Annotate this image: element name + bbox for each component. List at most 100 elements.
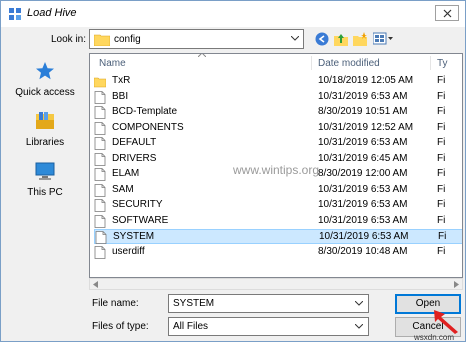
file-row[interactable]: DEFAULT 10/31/2019 6:53 AM Fi [94, 136, 462, 151]
up-folder-icon[interactable] [334, 32, 348, 46]
file-row[interactable]: SYSTEM 10/31/2019 6:53 AM Fi [94, 229, 462, 244]
places-bar: Quick access Libraries This PC [7, 57, 83, 273]
file-date: 10/31/2019 6:53 AM [318, 214, 408, 226]
file-name: SOFTWARE [112, 214, 169, 226]
file-row[interactable]: TxR 10/18/2019 12:05 AM Fi [94, 74, 462, 89]
watermark: www.wintips.org [233, 163, 320, 177]
file-row[interactable]: SAM 10/31/2019 6:53 AM Fi [94, 183, 462, 198]
horizontal-scrollbar[interactable] [89, 278, 463, 290]
file-icon [94, 183, 106, 197]
pointer-arrow-icon [434, 310, 458, 334]
close-icon [443, 9, 452, 18]
list-header: Name Date modified Ty [90, 54, 462, 72]
place-label: Libraries [25, 137, 65, 148]
file-date: 10/31/2019 6:53 AM [318, 199, 408, 210]
look-in-value: config [114, 34, 141, 45]
file-icon [94, 214, 106, 228]
file-type: Fi [437, 106, 446, 117]
file-type: Fi [437, 245, 446, 257]
registry-icon [9, 8, 21, 20]
file-type: Fi [437, 137, 446, 148]
file-name-input[interactable]: SYSTEM [168, 294, 369, 313]
file-row[interactable]: SECURITY 10/31/2019 6:53 AM Fi [94, 198, 462, 213]
file-type: Fi [437, 214, 446, 226]
file-date: 10/31/2019 6:45 AM [318, 152, 408, 164]
scroll-left-icon[interactable] [93, 281, 98, 288]
file-name-label: File name: [92, 298, 139, 309]
file-date: 8/30/2019 12:00 AM [318, 168, 408, 179]
libraries-icon [36, 112, 54, 129]
chevron-down-icon [291, 36, 299, 41]
file-row[interactable]: BBI 10/31/2019 6:53 AM Fi [94, 90, 462, 105]
file-type: Fi [437, 152, 446, 164]
sort-up-icon [198, 54, 206, 57]
file-name: SAM [112, 183, 134, 195]
place-this-pc[interactable]: This PC [7, 161, 83, 207]
file-type: Fi [437, 90, 446, 102]
file-date: 10/31/2019 6:53 AM [318, 90, 408, 102]
file-name: COMPONENTS [112, 121, 184, 133]
computer-icon [35, 162, 55, 180]
look-in-label: Look in: [51, 34, 87, 45]
place-label: Quick access [15, 87, 75, 98]
file-icon [94, 137, 106, 150]
file-row[interactable]: SOFTWARE 10/31/2019 6:53 AM Fi [94, 214, 462, 229]
back-icon[interactable] [315, 32, 329, 46]
close-button[interactable] [435, 5, 459, 21]
file-name-value: SYSTEM [173, 298, 215, 309]
load-hive-dialog: Load Hive Look in: config Quick access L… [0, 0, 466, 342]
file-row[interactable]: userdiff 8/30/2019 10:48 AM Fi [94, 245, 462, 260]
look-in-dropdown[interactable]: config [89, 29, 304, 49]
file-date: 10/31/2019 12:52 AM [318, 121, 414, 133]
file-date: 10/31/2019 6:53 AM [319, 231, 409, 242]
file-date: 8/30/2019 10:48 AM [318, 245, 408, 257]
file-type-value: All Files [173, 321, 209, 332]
folder-icon [94, 34, 110, 46]
file-icon [94, 245, 106, 259]
file-row[interactable]: COMPONENTS 10/31/2019 12:52 AM Fi [94, 121, 462, 136]
file-icon [95, 231, 107, 244]
place-libraries[interactable]: Libraries [7, 111, 83, 157]
new-folder-icon[interactable] [353, 32, 367, 46]
star-icon [36, 62, 54, 80]
file-type: Fi [437, 168, 446, 179]
file-icon [94, 106, 106, 119]
file-icon [94, 168, 106, 181]
folder-icon [94, 77, 106, 88]
file-type-dropdown[interactable]: All Files [168, 317, 369, 336]
file-name: TxR [112, 75, 131, 86]
file-icon [94, 152, 106, 166]
file-name: SYSTEM [113, 231, 155, 242]
column-type[interactable]: Ty [437, 58, 448, 69]
column-name[interactable]: Name [99, 58, 126, 69]
file-icon [94, 121, 106, 135]
brand-watermark: wsxdn.com [414, 333, 455, 342]
column-divider [430, 56, 431, 70]
file-type: Fi [437, 75, 446, 86]
chevron-down-icon[interactable] [355, 324, 363, 329]
window-title: Load Hive [27, 7, 77, 19]
place-quick-access[interactable]: Quick access [7, 61, 83, 107]
file-name: DRIVERS [112, 152, 157, 164]
file-date: 10/31/2019 6:53 AM [318, 137, 408, 148]
file-date: 10/31/2019 6:53 AM [318, 183, 408, 195]
scroll-right-icon[interactable] [454, 281, 459, 288]
view-menu-icon[interactable] [373, 32, 393, 46]
place-label: This PC [27, 187, 63, 198]
title-bar: Load Hive [1, 1, 465, 27]
file-name: BCD-Template [112, 106, 178, 117]
file-type: Fi [437, 183, 446, 195]
file-icon [94, 90, 106, 104]
file-name: userdiff [112, 245, 145, 257]
file-row[interactable]: BCD-Template 8/30/2019 10:51 AM Fi [94, 105, 462, 120]
chevron-down-icon[interactable] [355, 301, 363, 306]
file-name: ELAM [112, 168, 140, 179]
column-divider [311, 56, 312, 70]
file-name: DEFAULT [112, 137, 157, 148]
column-date[interactable]: Date modified [318, 58, 380, 69]
file-name: SECURITY [112, 199, 163, 210]
file-type-label: Files of type: [92, 321, 149, 332]
file-icon [94, 199, 106, 212]
file-type: Fi [437, 199, 446, 210]
file-date: 8/30/2019 10:51 AM [318, 106, 408, 117]
